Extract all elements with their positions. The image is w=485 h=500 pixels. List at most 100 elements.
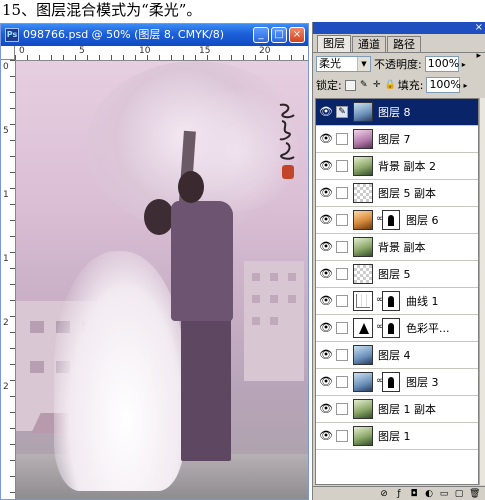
layer-name: 图层 7 xyxy=(378,133,411,146)
fill-field[interactable]: 100% xyxy=(426,77,461,93)
ruler-tick xyxy=(10,396,15,397)
layer-row[interactable]: 👁 图层 1 xyxy=(316,423,478,450)
layer-mask-thumbnail[interactable] xyxy=(382,372,400,392)
link-cell[interactable] xyxy=(336,376,348,388)
layer-row[interactable]: 👁 ∞ 曲线 1 xyxy=(316,288,478,315)
layer-row[interactable]: 👁 图层 4 xyxy=(316,342,478,369)
ruler-tick xyxy=(279,55,280,60)
eye-icon[interactable]: 👁 xyxy=(319,294,333,308)
ruler-top-label: 0 xyxy=(19,46,25,56)
eye-icon[interactable]: 👁 xyxy=(319,240,333,254)
vertical-ruler[interactable]: 0 5 1 1 2 2 xyxy=(1,60,16,499)
layer-row[interactable]: 👁 图层 5 xyxy=(316,261,478,288)
ruler-tick xyxy=(10,220,15,221)
ruler-tick xyxy=(10,444,15,445)
link-cell[interactable] xyxy=(336,187,348,199)
close-button[interactable]: × xyxy=(289,27,305,43)
panel-tabs: 图层 通道 路径 ▸ xyxy=(313,35,485,61)
move-lock-icon[interactable]: ✛ xyxy=(372,80,382,90)
link-cell[interactable] xyxy=(336,241,348,253)
link-cell[interactable] xyxy=(336,160,348,172)
link-cell[interactable] xyxy=(336,322,348,334)
link-cell[interactable] xyxy=(336,214,348,226)
panel-close-icon[interactable]: × xyxy=(475,22,483,34)
layer-row[interactable]: 👁 背景 副本 xyxy=(316,234,478,261)
eye-icon[interactable]: 👁 xyxy=(319,213,333,227)
maximize-button[interactable]: □ xyxy=(271,27,287,43)
layer-row[interactable]: 👁 ∞ 色彩平... xyxy=(316,315,478,342)
ruler-tick xyxy=(255,55,256,60)
eye-icon[interactable]: 👁 xyxy=(319,402,333,416)
layer-mask-thumbnail[interactable] xyxy=(382,318,400,338)
delete-layer-icon[interactable]: 🗑 xyxy=(469,489,480,499)
ruler-left-label: 5 xyxy=(3,126,9,136)
ruler-tick xyxy=(10,156,15,157)
layer-row[interactable]: 👁 ✎ 图层 8 xyxy=(316,99,478,126)
groom-head xyxy=(178,171,204,203)
horizontal-ruler[interactable]: 0 5 10 15 20 xyxy=(15,46,308,61)
eye-icon[interactable]: 👁 xyxy=(319,132,333,146)
ruler-left-label: 2 xyxy=(3,382,9,392)
ruler-tick xyxy=(10,428,15,429)
tab-layers[interactable]: 图层 xyxy=(317,35,351,52)
link-cell[interactable] xyxy=(336,295,348,307)
link-layers-icon[interactable]: ⊘ xyxy=(379,489,389,499)
eye-icon[interactable]: 👁 xyxy=(319,105,333,119)
ruler-tick xyxy=(10,124,15,125)
layer-mask-thumbnail[interactable] xyxy=(382,291,400,311)
ruler-tick xyxy=(10,460,15,461)
tab-channels[interactable]: 通道 xyxy=(352,36,386,52)
layer-row[interactable]: 👁 ∞ 图层 6 xyxy=(316,207,478,234)
ruler-tick xyxy=(10,188,15,189)
opacity-label: 不透明度: xyxy=(374,58,422,71)
document-titlebar[interactable]: Ps 098766.psd @ 50% (图层 8, CMYK/8) _ □ × xyxy=(1,24,308,46)
adjustment-layer-icon[interactable]: ◐ xyxy=(424,489,434,499)
layer-name: 图层 6 xyxy=(406,214,439,227)
link-cell[interactable] xyxy=(336,133,348,145)
tab-paths[interactable]: 路径 xyxy=(387,36,421,52)
eye-icon[interactable]: 👁 xyxy=(319,375,333,389)
eye-icon[interactable]: 👁 xyxy=(319,159,333,173)
add-mask-icon[interactable]: ◘ xyxy=(409,489,419,499)
layers-scrollbar[interactable] xyxy=(479,98,485,485)
layer-mask-thumbnail[interactable] xyxy=(382,210,400,230)
image-canvas[interactable] xyxy=(16,61,308,499)
layer-style-icon[interactable]: ƒ xyxy=(394,489,404,499)
layer-row[interactable]: 👁 图层 7 xyxy=(316,126,478,153)
link-cell[interactable] xyxy=(336,403,348,415)
lock-all-icon[interactable]: 🔒 xyxy=(385,80,396,90)
layer-row[interactable]: 👁 图层 5 副本 xyxy=(316,180,478,207)
brush-icon[interactable]: ✎ xyxy=(336,106,348,118)
ruler-corner[interactable] xyxy=(1,46,15,60)
eye-icon[interactable]: 👁 xyxy=(319,321,333,335)
ruler-tick xyxy=(147,55,148,60)
new-layer-icon[interactable]: ▢ xyxy=(454,489,464,499)
layer-row[interactable]: 👁 图层 1 副本 xyxy=(316,396,478,423)
layers-panel: × 图层 通道 路径 ▸ 柔光 ▼ 不透明度: 100% ▸ 锁定: ✎ ✛ 🔒… xyxy=(312,22,485,500)
layer-thumbnail xyxy=(353,183,373,203)
eye-icon[interactable]: 👁 xyxy=(319,267,333,281)
ruler-top-label: 5 xyxy=(79,46,85,56)
eye-icon[interactable]: 👁 xyxy=(319,186,333,200)
link-cell[interactable] xyxy=(336,430,348,442)
panel-header[interactable]: × xyxy=(313,22,485,34)
lock-transparency-checkbox[interactable] xyxy=(344,79,356,91)
opacity-slider-icon[interactable]: ▸ xyxy=(462,60,466,69)
link-cell[interactable] xyxy=(336,268,348,280)
new-group-icon[interactable]: ▭ xyxy=(439,489,449,499)
minimize-button[interactable]: _ xyxy=(253,27,269,43)
ruler-tick xyxy=(10,348,15,349)
eye-icon[interactable]: 👁 xyxy=(319,429,333,443)
layer-row[interactable]: 👁 背景 副本 2 xyxy=(316,153,478,180)
fill-slider-icon[interactable]: ▸ xyxy=(463,81,467,90)
link-cell[interactable] xyxy=(336,349,348,361)
blend-mode-select[interactable]: 柔光 ▼ xyxy=(316,56,371,72)
layer-row[interactable]: 👁 ∞ 图层 3 xyxy=(316,369,478,396)
opacity-field[interactable]: 100% xyxy=(424,56,459,72)
brush-lock-icon[interactable]: ✎ xyxy=(359,80,369,90)
eye-icon[interactable]: 👁 xyxy=(319,348,333,362)
ruler-tick xyxy=(243,55,244,60)
apartment-tower xyxy=(244,261,304,381)
layer-thumbnail xyxy=(353,318,373,338)
ruler-tick xyxy=(291,55,292,60)
